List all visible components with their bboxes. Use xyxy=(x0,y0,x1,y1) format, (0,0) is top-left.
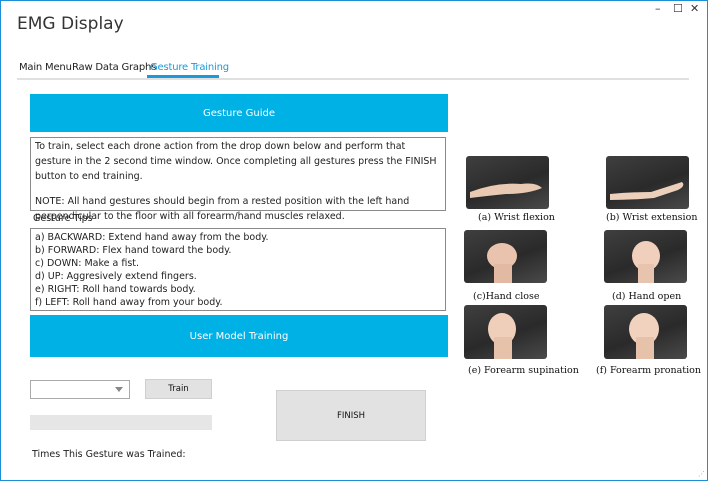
training-progress-bar xyxy=(30,415,212,430)
times-trained-label: Times This Gesture was Trained: xyxy=(32,449,186,460)
gesture-photo-hand-open xyxy=(604,230,687,283)
user-model-training-header: User Model Training xyxy=(30,315,448,357)
chevron-down-icon xyxy=(115,387,123,392)
tab-raw-data-graphs[interactable]: Raw Data Graphs xyxy=(72,62,156,73)
tip-item: e) RIGHT: Roll hand towards body. xyxy=(35,284,196,295)
gesture-tips-box: a) BACKWARD: Extend hand away from the b… xyxy=(30,228,446,311)
gesture-photo-wrist-flexion xyxy=(466,156,549,209)
gesture-photo-forearm-pronation xyxy=(604,305,687,359)
tip-item: c) DOWN: Make a fist. xyxy=(35,258,140,269)
tab-bar: Main Menu Raw Data Graphs Gesture Traini… xyxy=(17,60,689,80)
gesture-guide-header: Gesture Guide xyxy=(30,94,448,132)
tip-item: b) FORWARD: Flex hand toward the body. xyxy=(35,245,232,256)
window-title: EMG Display xyxy=(17,14,124,34)
train-button[interactable]: Train xyxy=(145,379,212,399)
tip-item: f) LEFT: Roll hand away from your body. xyxy=(35,297,223,308)
tab-gesture-training[interactable]: Gesture Training xyxy=(150,62,229,73)
gesture-photo-wrist-extension xyxy=(606,156,689,209)
finish-button[interactable]: FINISH xyxy=(276,390,426,441)
instructions-note: NOTE: All hand gestures should begin fro… xyxy=(35,196,410,222)
gesture-photo-forearm-supination xyxy=(464,305,547,359)
instructions-box: To train, select each drone action from … xyxy=(30,137,446,222)
close-icon[interactable]: ✕ xyxy=(690,2,699,16)
gesture-caption: (a) Wrist flexion xyxy=(478,212,555,223)
gesture-select[interactable] xyxy=(30,380,130,399)
gesture-photo-hand-close xyxy=(464,230,547,283)
tip-item: d) UP: Aggresively extend fingers. xyxy=(35,271,197,282)
resize-grip-icon[interactable]: ⋰ xyxy=(698,470,705,478)
gesture-caption: (d) Hand open xyxy=(612,291,682,302)
instructions-text: To train, select each drone action from … xyxy=(35,141,437,182)
gesture-caption: (b) Wrist extension xyxy=(606,212,698,223)
tab-main-menu[interactable]: Main Menu xyxy=(19,62,72,73)
active-tab-indicator xyxy=(147,75,219,78)
tip-item: a) BACKWARD: Extend hand away from the b… xyxy=(35,232,269,243)
gesture-caption: (c)Hand close xyxy=(473,291,540,302)
minimize-icon[interactable]: – xyxy=(655,2,661,16)
gesture-caption: (e) Forearm supination xyxy=(468,365,579,376)
gesture-tips-label: Gesture Tips xyxy=(33,213,93,224)
gesture-caption: (f) Forearm pronation xyxy=(596,365,701,376)
maximize-icon[interactable]: ☐ xyxy=(673,2,683,16)
